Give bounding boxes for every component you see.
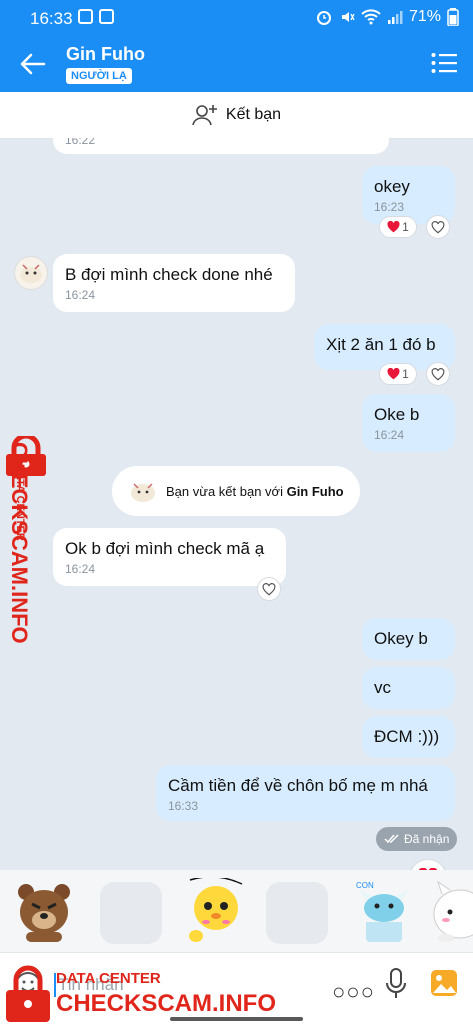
menu-list-icon[interactable] xyxy=(431,52,457,74)
received-status: Đã nhận xyxy=(376,827,458,851)
heart-outline-icon xyxy=(431,220,445,233)
heart-outline-icon xyxy=(431,367,445,380)
message-text: ĐCM :))) xyxy=(374,727,440,746)
add-friend-label: Kết bạn xyxy=(225,106,282,123)
status-time: 16:33 xyxy=(30,9,73,28)
sticker-placeholder[interactable] xyxy=(100,882,162,944)
received-status-label: Đã nhận xyxy=(404,832,450,846)
add-friend-bar[interactable]: Kết bạn xyxy=(0,92,473,139)
wifi-icon xyxy=(361,9,381,25)
signal-icon xyxy=(387,11,403,24)
stranger-badge: NGƯỜI LẠ xyxy=(66,68,132,84)
system-message-text: Bạn vừa kết bạn với xyxy=(166,483,287,499)
message-outgoing[interactable]: vc xyxy=(362,667,455,709)
back-arrow-icon[interactable] xyxy=(18,50,48,78)
message-incoming[interactable]: B đợi mình check done nhé 16:24 xyxy=(53,254,295,312)
sticker-yellow-chick[interactable] xyxy=(184,878,248,944)
reaction-count: 1 xyxy=(402,220,409,234)
more-dots-icon[interactable]: ○○○ xyxy=(332,979,375,1005)
message-time: 16:33 xyxy=(168,799,199,813)
message-text: Cầm tiền để về chôn bố mẹ m nhá xyxy=(168,776,428,795)
message-text: Oke b xyxy=(374,405,420,424)
chat-header: Gin Fuho NGƯỜI LẠ xyxy=(0,36,473,92)
message-time: 16:22 xyxy=(65,138,96,147)
alarm-icon xyxy=(316,11,331,25)
contact-avatar[interactable] xyxy=(14,256,48,290)
reaction-pill[interactable]: 1 xyxy=(379,363,417,385)
friend-added-notice: Bạn vừa kết bạn với Gin Fuho xyxy=(112,466,360,516)
reaction-count: 1 xyxy=(402,367,409,381)
mic-icon[interactable] xyxy=(384,967,408,1001)
double-check-icon xyxy=(384,834,399,844)
message-text: vc xyxy=(374,678,391,697)
sticker-placeholder[interactable] xyxy=(266,882,328,944)
message-outgoing[interactable]: Oke b 16:24 xyxy=(362,394,455,452)
message-incoming[interactable]: 16:22 xyxy=(53,138,389,154)
avatar-sticker-icon xyxy=(20,264,42,283)
heart-outline-icon xyxy=(262,582,276,595)
lock-icon xyxy=(6,965,50,1022)
chat-area[interactable]: 16:22 okey 16:23 1 B đợi mình check done… xyxy=(0,138,473,870)
mute-icon xyxy=(341,12,355,22)
gallery-notification-icon xyxy=(99,9,114,24)
quick-heart-button[interactable] xyxy=(410,860,446,870)
battery-icon xyxy=(447,8,459,26)
message-outgoing[interactable]: Cầm tiền để về chôn bố mẹ m nhá 16:33 xyxy=(156,765,455,821)
status-bar: 16:33 71% xyxy=(0,0,473,36)
shield-notification-icon xyxy=(78,9,93,24)
watermark-data-center: DATA CENTER xyxy=(56,970,161,987)
watermark-vertical: CHECKSCAM.INFO DATA CENTER xyxy=(0,436,50,666)
status-system-icons: 71% xyxy=(315,8,459,26)
reaction-pill[interactable]: 1 xyxy=(379,216,417,238)
battery-percent: 71% xyxy=(408,8,441,25)
sticker-white-cat[interactable] xyxy=(426,878,473,944)
message-time: 16:24 xyxy=(65,562,96,576)
add-person-icon xyxy=(192,105,217,126)
message-outgoing[interactable]: ĐCM :))) xyxy=(362,716,455,758)
contact-name[interactable]: Gin Fuho xyxy=(66,44,145,65)
watermark-data-center: DATA CENTER xyxy=(14,464,26,541)
status-notification-icons xyxy=(78,9,114,24)
message-text: B đợi mình check done nhé xyxy=(65,265,273,284)
message-text: Okey b xyxy=(374,629,428,648)
message-time: 16:24 xyxy=(374,428,405,442)
message-text: Ok b đợi mình check mã ạ xyxy=(65,539,265,558)
sticker-suggestions: CON xyxy=(0,870,473,952)
react-button[interactable] xyxy=(257,577,281,601)
react-button[interactable] xyxy=(426,215,450,239)
watermark-brand: CHECKSCAM.INFO xyxy=(56,990,276,1017)
sticker-angry-bear[interactable] xyxy=(12,878,76,944)
message-incoming[interactable]: Ok b đợi mình check mã ạ 16:24 xyxy=(53,528,286,586)
heart-icon xyxy=(387,221,400,233)
watermark-horizontal: DATA CENTER CHECKSCAM.INFO xyxy=(0,962,300,1024)
message-time: 16:24 xyxy=(65,288,96,302)
message-outgoing[interactable]: Okey b xyxy=(362,618,455,660)
message-text: Xịt 2 ăn 1 đó b xyxy=(326,335,436,354)
message-text: okey xyxy=(374,177,410,196)
contact-avatar-icon xyxy=(131,483,155,502)
sticker-blue-dragon[interactable]: CON xyxy=(352,878,416,944)
system-message-name: Gin Fuho xyxy=(286,483,344,499)
home-indicator[interactable] xyxy=(170,1017,303,1021)
react-button[interactable] xyxy=(426,362,450,386)
message-time: 16:23 xyxy=(374,200,405,214)
image-icon[interactable] xyxy=(430,969,458,997)
svg-text:CON: CON xyxy=(356,881,374,890)
heart-icon xyxy=(387,368,400,380)
